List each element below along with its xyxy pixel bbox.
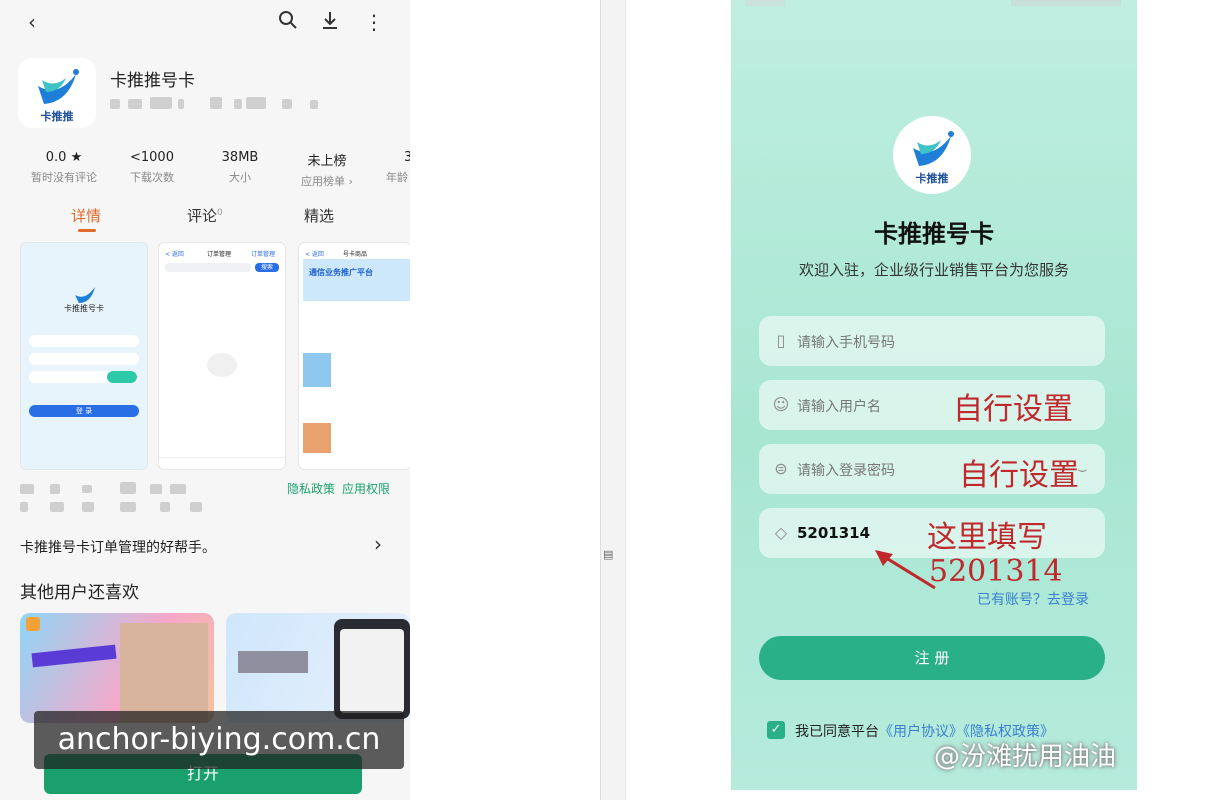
shot2-empty-illustration	[207, 353, 237, 377]
app-logo: 卡推推	[893, 116, 971, 194]
tab-comments-label: 评论	[187, 207, 218, 225]
phone-placeholder: 请输入手机号码	[797, 335, 895, 351]
card-blurred-title	[238, 651, 308, 673]
card-badge-icon	[26, 617, 40, 631]
comment-count: 0	[217, 208, 223, 218]
register-title: 卡推推号卡	[874, 220, 994, 248]
stat-value: 未上榜	[307, 154, 347, 169]
user-icon: ☺	[772, 395, 790, 414]
status-bar-icons	[1011, 0, 1121, 6]
shot3-banner: 通信业务推广平台	[303, 259, 410, 301]
back-icon[interactable]: ‹	[20, 10, 44, 34]
register-screen: 卡推推 卡推推号卡 欢迎入驻，企业级行业销售平台为您服务 ▯ 请输入手机号码 ☺…	[731, 0, 1137, 790]
search-icon[interactable]	[276, 10, 300, 34]
stat-value: <1000	[130, 150, 174, 165]
password-icon: ⊜	[774, 459, 788, 478]
stat-label: 大小	[229, 171, 251, 184]
stat-label: 年龄	[386, 171, 408, 184]
stat-rating: 0.0 ★ 暂时没有评论	[24, 150, 104, 185]
divider-strip: ▤	[600, 0, 626, 800]
shot1-code-btn	[107, 371, 137, 383]
section-title: 其他用户还喜欢	[20, 583, 139, 603]
agree-checkbox[interactable]: ✓	[767, 721, 785, 739]
shot3-banner-text: 通信业务推广平台	[309, 268, 373, 277]
site-watermark: anchor-biying.com.cn	[34, 711, 404, 769]
permissions-link[interactable]: 应用权限	[342, 480, 390, 497]
developer-blurred	[110, 97, 330, 111]
recommended-card[interactable]	[226, 613, 410, 723]
more-icon[interactable]: ⋮	[362, 10, 386, 34]
login-link[interactable]: 已有账号？去登录	[977, 589, 1089, 609]
stat-age: 3 年龄	[370, 150, 410, 185]
stat-value: 0.0 ★	[45, 150, 83, 165]
shot3-product-image	[303, 423, 331, 453]
annotation-password: 自行设置	[959, 458, 1079, 493]
annotation-username: 自行设置	[953, 392, 1073, 427]
invite-code-value: 5201314	[797, 524, 871, 542]
shot1-field	[29, 335, 139, 347]
annotation-invite-2: 5201314	[929, 554, 1063, 589]
status-bar-time	[745, 0, 785, 6]
stat-label: 下载次数	[130, 171, 174, 184]
register-button[interactable]: 注 册	[759, 636, 1105, 680]
stat-value: 3	[404, 150, 410, 165]
card-phone-screen	[340, 629, 404, 713]
publisher-blurred	[20, 482, 202, 514]
shot1-field	[29, 353, 139, 365]
stat-label: 暂时没有评论	[31, 171, 97, 184]
screenshot-3[interactable]: < 返回 号卡商品 通信业务推广平台	[298, 242, 410, 470]
phone-input[interactable]: ▯ 请输入手机号码	[759, 316, 1105, 366]
shot2-back: < 返回	[165, 251, 184, 258]
privacy-link[interactable]: 隐私政策	[287, 480, 335, 497]
logo-text: 卡推推	[915, 172, 949, 185]
shot2-bottom-nav	[159, 457, 285, 468]
stat-downloads: <1000 下载次数	[112, 150, 192, 185]
tab-featured[interactable]: 精选	[304, 205, 334, 226]
tab-details[interactable]: 详情	[71, 205, 101, 226]
tab-comments[interactable]: 评论0	[187, 205, 223, 226]
shot2-title: 订单管理	[207, 251, 232, 258]
blank-gap	[410, 0, 602, 800]
annotation-invite-1: 这里填写	[927, 520, 1047, 555]
tag-icon: ◇	[774, 523, 788, 542]
shot2-action: 订单管理	[251, 251, 276, 258]
stat-ranking[interactable]: 未上榜 应用榜单 ›	[287, 150, 367, 189]
shot3-title: 号卡商品	[343, 251, 368, 258]
shot2-search-btn: 搜索	[255, 263, 279, 272]
brand-overlay: @汾滩扰用油油	[934, 742, 1117, 772]
shot3-back: < 返回	[305, 251, 324, 258]
doc-icon: ▤	[603, 548, 614, 561]
logo-text: 卡推推	[40, 110, 74, 123]
stat-label: 应用榜单 ›	[301, 175, 353, 188]
username-placeholder: 请输入用户名	[797, 399, 881, 415]
card-thumbnail	[120, 623, 208, 723]
app-description: 卡推推号卡订单管理的好帮手。	[20, 540, 216, 556]
stat-value: 38MB	[221, 150, 259, 165]
screenshot-2[interactable]: < 返回 订单管理 订单管理 搜索	[158, 242, 286, 470]
app-store-page: ‹ ⋮ 卡推推 卡推推号卡 0.0 ★ 暂时没有评论 <1000 下载次数 38…	[0, 0, 410, 800]
card-phone-image	[334, 619, 410, 719]
stat-size: 38MB 大小	[200, 150, 280, 185]
download-icon[interactable]	[318, 10, 342, 34]
shot3-product-image	[303, 353, 331, 387]
shot2-search	[165, 263, 251, 272]
agree-prefix: 我已同意平台	[795, 724, 879, 740]
chevron-right-icon[interactable]: ›	[374, 532, 382, 556]
phone-icon: ▯	[776, 331, 786, 350]
card-banner	[31, 644, 117, 668]
password-placeholder: 请输入登录密码	[797, 463, 895, 479]
shot1-login-btn: 登 录	[29, 405, 139, 417]
recommended-card[interactable]	[20, 613, 214, 723]
screenshot-1[interactable]: 卡推推号卡 登 录	[20, 242, 148, 470]
app-name: 卡推推号卡	[110, 71, 195, 91]
app-logo: 卡推推	[18, 58, 96, 128]
register-subtitle: 欢迎入驻，企业级行业销售平台为您服务	[798, 261, 1069, 279]
tab-indicator	[78, 229, 96, 232]
shot1-title: 卡推推号卡	[64, 304, 104, 313]
annotation-arrow	[875, 550, 936, 590]
